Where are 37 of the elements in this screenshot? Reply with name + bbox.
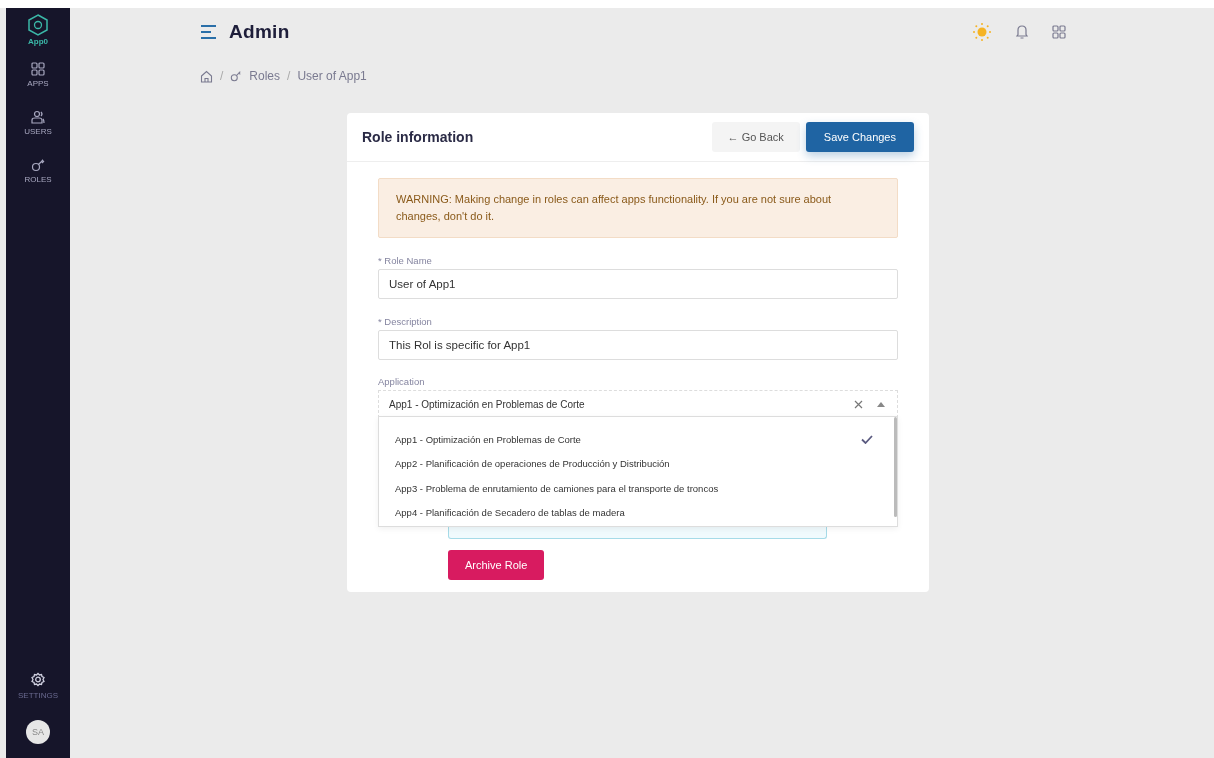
card-title: Role information <box>362 129 474 145</box>
clear-icon[interactable] <box>854 399 863 409</box>
warning-alert: WARNING: Making change in roles can affect apps functionality. If you are not sure about changes, don't do it. <box>378 178 898 238</box>
sidebar-item[interactable]: APPS <box>23 60 53 90</box>
breadcrumb-current: User of App1 <box>297 69 367 83</box>
users-icon <box>31 110 45 124</box>
field-label: * Description <box>378 316 433 327</box>
save-changes-button[interactable]: Save Changes <box>805 122 914 152</box>
menu-icon[interactable] <box>200 25 217 39</box>
go-back-button[interactable]: ← Go Back <box>711 122 800 152</box>
key-icon <box>230 70 243 82</box>
input-field[interactable]: This Rol is specific for App1 <box>378 330 898 360</box>
sidebar-item[interactable]: ROLES <box>20 156 56 186</box>
breadcrumb-separator: / <box>220 69 224 83</box>
key-icon <box>31 158 45 172</box>
input-field[interactable]: User of App1 <box>378 269 898 299</box>
logo-label: App0 <box>28 37 48 46</box>
page-title: Admin <box>229 21 290 43</box>
settings-item[interactable]: SETTINGS <box>14 670 62 702</box>
settings-icon <box>30 672 46 688</box>
archive-role-button[interactable]: Archive Role <box>448 550 545 580</box>
dropdown-option[interactable]: App4 - Planificación de Secadero de tablas de madera <box>379 500 897 525</box>
breadcrumb-link[interactable]: Roles <box>249 69 281 83</box>
breadcrumb-separator: / <box>287 69 291 83</box>
apps-grid-icon[interactable] <box>1052 25 1066 39</box>
dropdown-option[interactable]: App2 - Planificación de operaciones de Producción y Distribución <box>379 451 897 476</box>
sidebar-item[interactable]: USERS <box>20 108 56 138</box>
grid-icon <box>31 62 45 76</box>
bell-icon[interactable] <box>1014 24 1030 40</box>
caret-up-icon <box>877 401 885 407</box>
hexagon-logo-icon[interactable] <box>28 14 48 36</box>
field-label: Application <box>378 376 426 387</box>
home-icon[interactable] <box>200 69 213 83</box>
dropdown-option[interactable]: App3 - Problema de enrutamiento de camiones para el transporte de troncos <box>379 476 897 501</box>
check-icon <box>861 434 873 444</box>
scrollbar[interactable] <box>894 417 897 517</box>
field-label: * Role Name <box>378 255 433 266</box>
